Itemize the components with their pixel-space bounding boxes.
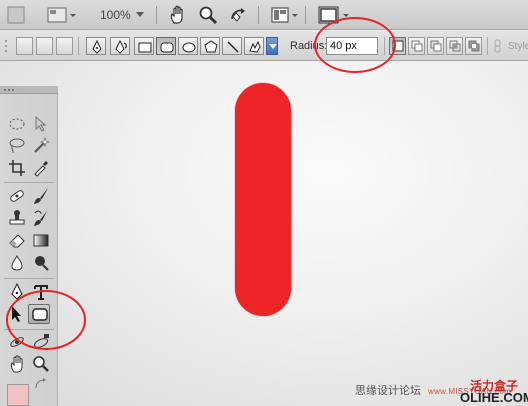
custom-shape-option[interactable] — [244, 37, 264, 55]
link-icon[interactable] — [493, 39, 503, 53]
chevron-down-icon — [269, 44, 277, 49]
polygon-shape-option[interactable] — [200, 37, 220, 55]
marquee-tool[interactable] — [6, 114, 28, 134]
line-icon — [227, 41, 239, 53]
options-grip-icon — [5, 40, 7, 52]
tool-highlight-circle — [6, 290, 86, 350]
magic-wand-icon — [34, 137, 50, 153]
zoom-icon — [33, 356, 49, 372]
shape-options-dropdown[interactable] — [266, 37, 278, 55]
polygon-icon — [204, 40, 218, 53]
rounded-rectangle-icon — [160, 42, 174, 53]
style-label: Style — [508, 41, 528, 52]
ellipse-shape-option[interactable] — [178, 37, 198, 55]
history-brush-tool[interactable] — [30, 208, 52, 228]
view-extras-icon[interactable] — [46, 5, 76, 30]
custom-shape-icon — [249, 40, 261, 53]
zoom-tool[interactable] — [30, 354, 52, 374]
subtract-shape-button[interactable] — [427, 37, 444, 55]
watermark-site-cn: 思缘设计论坛 — [355, 385, 421, 397]
move-tool[interactable] — [30, 114, 52, 134]
pen-tool-option[interactable] — [86, 37, 106, 55]
hand-icon — [10, 355, 23, 373]
history-brush-icon — [34, 210, 47, 226]
tools-panel-grip[interactable] — [0, 86, 58, 94]
swap-colors-icon[interactable] — [34, 378, 48, 390]
rectangle-shape-option[interactable] — [134, 37, 154, 55]
exclude-shape-button[interactable] — [465, 37, 482, 55]
radius-highlight-circle — [314, 17, 396, 73]
shape-layers-mode[interactable] — [16, 37, 33, 55]
options-bar: Radius: Style — [0, 31, 528, 61]
brush-tool[interactable] — [30, 186, 52, 206]
application-bar: 100% — [0, 0, 528, 30]
gradient-icon — [33, 234, 49, 247]
eraser-tool[interactable] — [6, 230, 28, 250]
rotate-view-icon[interactable] — [228, 5, 248, 30]
subtract-shape-icon — [430, 40, 442, 52]
line-shape-option[interactable] — [222, 37, 242, 55]
bandage-icon — [10, 190, 24, 202]
ellipse-icon — [182, 42, 196, 53]
zoom-icon[interactable] — [198, 5, 218, 30]
intersect-shape-button[interactable] — [446, 37, 463, 55]
bridge-icon[interactable] — [6, 5, 26, 30]
add-to-shape-button[interactable] — [408, 37, 425, 55]
pen-icon — [92, 40, 102, 54]
healing-brush-tool[interactable] — [6, 186, 28, 206]
dodge-icon — [35, 256, 49, 271]
drop-icon — [11, 255, 23, 271]
brush-icon — [34, 188, 48, 204]
hand-icon[interactable] — [168, 5, 188, 30]
fill-pixels-mode[interactable] — [56, 37, 73, 55]
freeform-pen-icon — [115, 40, 127, 54]
move-icon — [35, 115, 47, 132]
rectangle-icon — [138, 42, 152, 53]
crop-icon — [9, 160, 25, 176]
crop-tool[interactable] — [6, 158, 28, 178]
lasso-tool[interactable] — [6, 135, 28, 155]
quick-selection-tool[interactable] — [30, 135, 52, 155]
lasso-icon — [9, 138, 25, 154]
rounded-rectangle-shape[interactable] — [235, 83, 291, 316]
paths-mode[interactable] — [36, 37, 53, 55]
eraser-icon — [9, 234, 25, 248]
rounded-rectangle-shape-option[interactable] — [156, 37, 176, 55]
arrange-documents-icon[interactable] — [270, 5, 300, 30]
marquee-icon — [9, 118, 25, 130]
gradient-tool[interactable] — [30, 230, 52, 250]
foreground-color-swatch[interactable] — [7, 384, 29, 406]
blur-tool[interactable] — [6, 253, 28, 273]
dodge-tool[interactable] — [30, 253, 52, 273]
tools-panel — [0, 86, 58, 406]
watermark-brand-en: OLIHE.COM — [460, 390, 528, 405]
stamp-icon — [9, 210, 25, 225]
zoom-level[interactable]: 100% — [100, 8, 131, 22]
intersect-shape-icon — [449, 40, 461, 52]
zoom-dropdown-icon[interactable] — [136, 12, 144, 18]
clone-stamp-tool[interactable] — [6, 208, 28, 228]
freeform-pen-option[interactable] — [110, 37, 130, 55]
add-shape-icon — [411, 40, 423, 52]
eyedropper-icon — [34, 161, 48, 177]
exclude-shape-icon — [468, 40, 480, 52]
eyedropper-tool[interactable] — [30, 158, 52, 178]
hand-tool[interactable] — [6, 354, 28, 374]
